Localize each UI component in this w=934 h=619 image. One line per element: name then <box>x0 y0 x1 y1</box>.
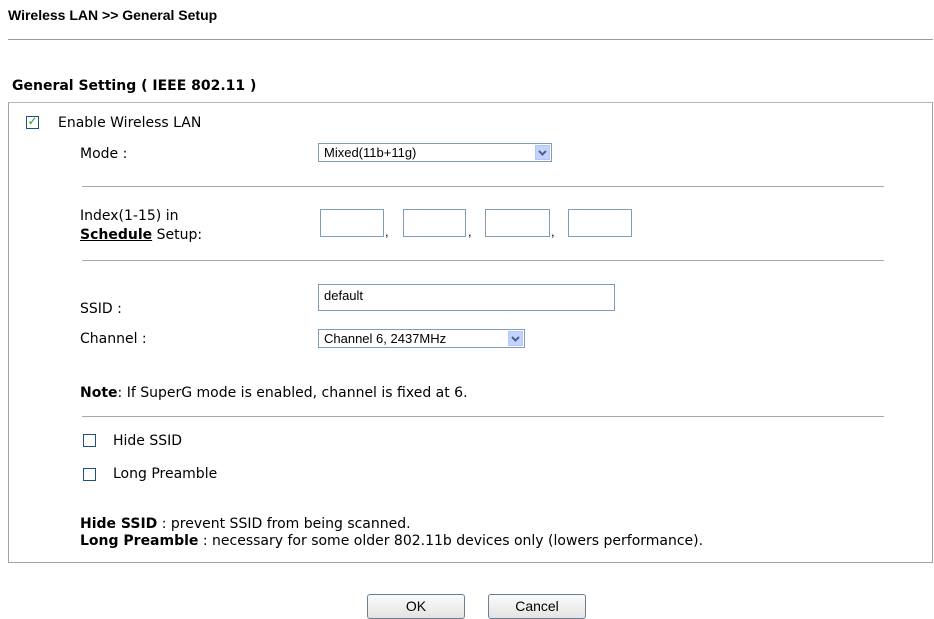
help-long-preamble-desc: : necessary for some older 802.11b devic… <box>198 533 704 549</box>
check-icon: ✓ <box>27 114 38 128</box>
breadcrumb: Wireless LAN >> General Setup <box>8 7 218 23</box>
note-body: : If SuperG mode is enabled, channel is … <box>117 385 468 401</box>
hide-ssid-label: Hide SSID <box>113 433 183 449</box>
channel-select[interactable]: Channel 6, 2437MHz <box>318 329 525 348</box>
help-hide-ssid-term: Hide SSID <box>80 516 158 532</box>
schedule-label-suffix: Setup: <box>152 227 203 243</box>
schedule-separator: , <box>385 224 389 239</box>
mode-select[interactable]: Mixed(11b+11g) <box>318 143 552 162</box>
channel-value: Channel 6, 2437MHz <box>324 331 447 346</box>
help-hide-ssid: Hide SSID : prevent SSID from being scan… <box>80 516 411 532</box>
help-hide-ssid-desc: : prevent SSID from being scanned. <box>157 516 411 532</box>
section-title: General Setting ( IEEE 802.11 ) <box>12 78 257 94</box>
schedule-link[interactable]: Schedule <box>80 227 152 243</box>
chevron-down-icon <box>535 145 550 160</box>
divider <box>82 260 884 261</box>
divider <box>82 186 884 187</box>
chevron-down-icon <box>508 331 523 346</box>
ok-button[interactable]: OK <box>367 594 465 619</box>
note-text: Note: If SuperG mode is enabled, channel… <box>80 385 468 401</box>
long-preamble-checkbox[interactable] <box>83 468 96 481</box>
enable-wireless-lan-label: Enable Wireless LAN <box>58 115 202 131</box>
page: Wireless LAN >> General Setup General Se… <box>0 0 934 619</box>
ssid-label: SSID : <box>80 301 122 317</box>
schedule-index-3-input[interactable] <box>485 209 550 237</box>
note-label: Note <box>80 385 118 401</box>
schedule-index-4-input[interactable] <box>568 209 632 237</box>
schedule-index-2-input[interactable] <box>403 209 466 237</box>
schedule-label-line1: Index(1-15) in <box>80 208 179 224</box>
schedule-separator: , <box>468 224 472 239</box>
divider <box>82 416 884 417</box>
general-setting-panel: ✓ Enable Wireless LAN Mode : Mixed(11b+1… <box>8 102 933 563</box>
schedule-label-line2: Schedule Setup: <box>80 227 202 243</box>
help-long-preamble-term: Long Preamble <box>80 533 199 549</box>
hide-ssid-checkbox[interactable] <box>83 434 96 447</box>
mode-value: Mixed(11b+11g) <box>324 145 417 160</box>
header-divider <box>8 39 933 40</box>
long-preamble-label: Long Preamble <box>113 466 218 482</box>
enable-wireless-lan-checkbox[interactable]: ✓ <box>26 114 39 129</box>
schedule-separator: , <box>551 224 555 239</box>
ssid-input[interactable]: default <box>318 284 615 311</box>
help-long-preamble: Long Preamble : necessary for some older… <box>80 533 703 549</box>
mode-label: Mode : <box>80 146 128 162</box>
channel-label: Channel : <box>80 331 147 347</box>
schedule-index-1-input[interactable] <box>320 209 384 237</box>
cancel-button[interactable]: Cancel <box>488 594 586 619</box>
ssid-value: default <box>324 288 364 303</box>
